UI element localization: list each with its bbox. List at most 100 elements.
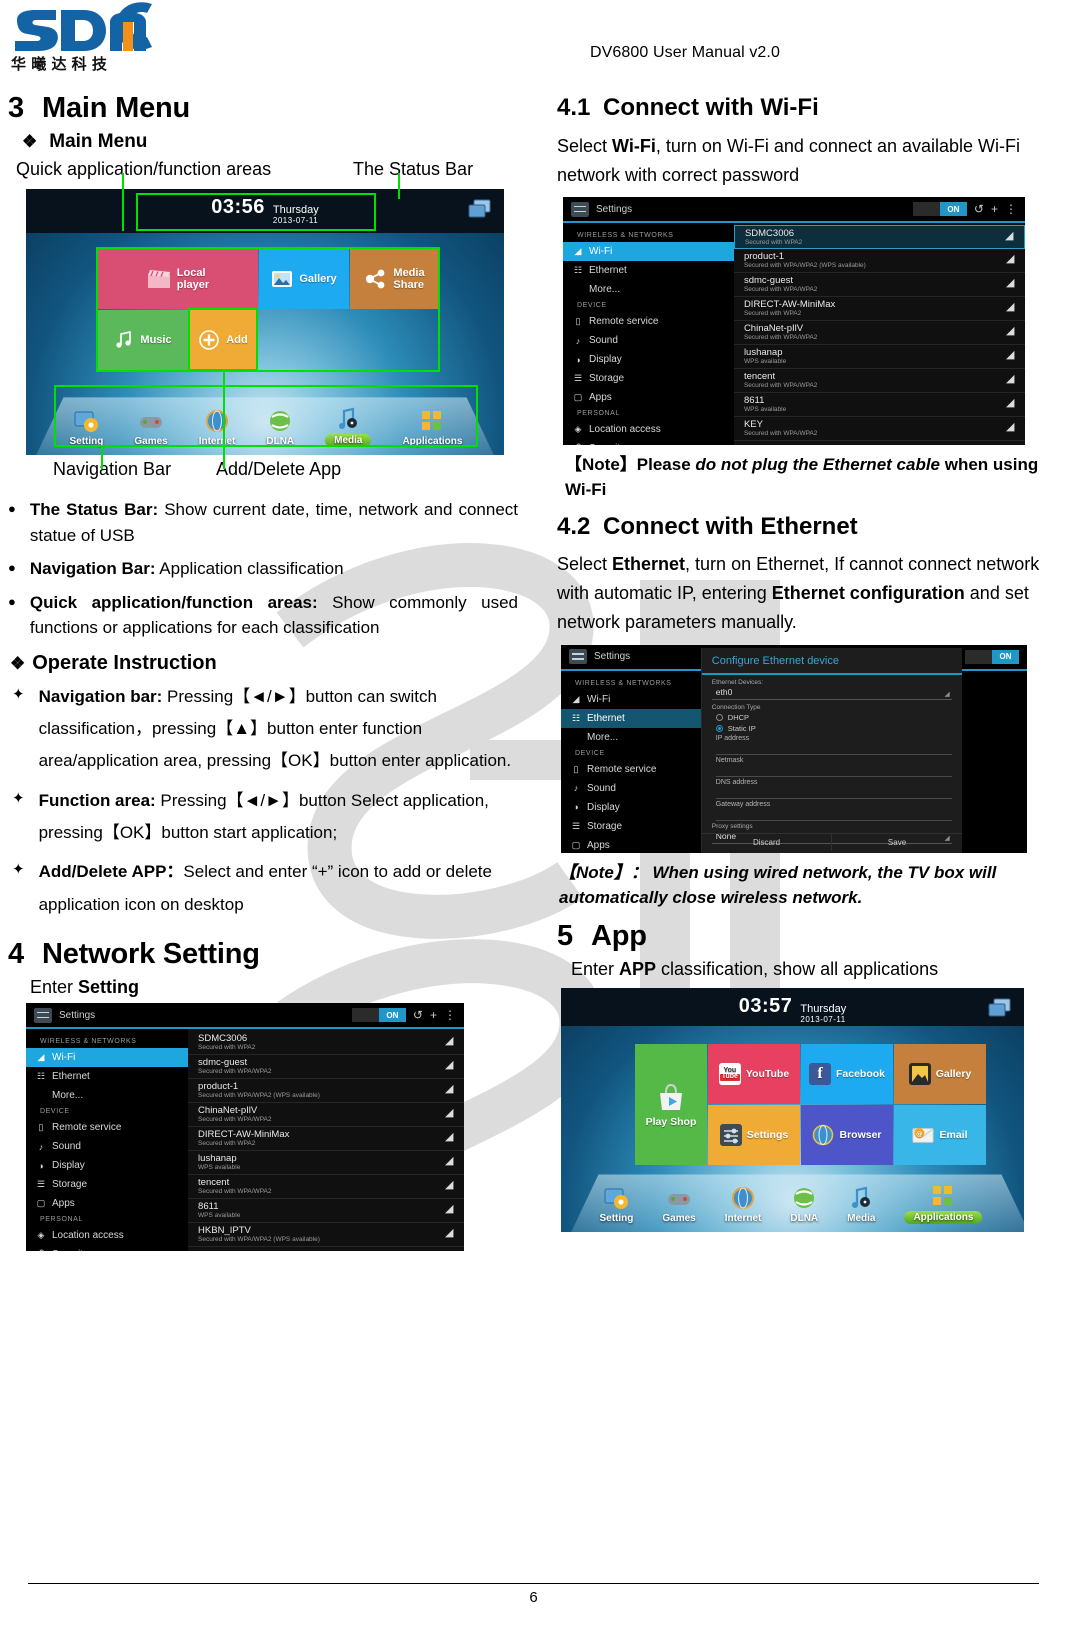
gallery-icon [908,1063,931,1086]
add-network-icon[interactable]: + [430,1008,437,1022]
overflow-menu-icon[interactable]: ⋮ [1005,202,1017,216]
list-item[interactable]: product-1 Secured with WPA/WPA2 (WPS ava… [188,1079,464,1104]
sidebar-item-location-access[interactable]: ◈ Location access [563,420,734,439]
netmask-input[interactable] [715,764,952,777]
app-tile-settings[interactable]: Settings [708,1105,800,1166]
wifi-toggle[interactable]: ON [912,202,967,217]
app-tile-youtube[interactable]: You Tube YouTube [708,1044,800,1105]
diamond-bullet-icon: ❖ [22,132,38,152]
list-item[interactable]: sdmc-guest Secured with WPA/WPA2 ◢ [733,273,1025,298]
wifi-signal-icon: ◢ [1006,277,1015,290]
app-tile-browser[interactable]: Browser [801,1105,893,1166]
nav-item-games[interactable]: Games [662,1185,696,1224]
enter-app-c: classification, show all applications [656,959,939,980]
sidebar-item-apps[interactable]: ▢ Apps [26,1194,188,1213]
sidebar-item-more[interactable]: More... [563,280,734,299]
diamond-bullet-icon: ❖ [10,653,26,673]
nav-item-dlna[interactable]: DLNA [790,1185,818,1224]
list-item[interactable]: ChinaNet-pIlV Secured with WPA/WPA2 ◢ [188,1103,464,1128]
group-label-device: DEVICE [577,302,607,310]
network-security: WPS available [198,1164,241,1172]
radio-static-ip-label: Static IP [727,723,756,733]
enter-app-caption: Enter APP classification, show all appli… [571,959,1057,980]
dns-address-field[interactable]: DNS address [702,777,962,799]
list-item[interactable]: 8611 WPS available ◢ [188,1199,464,1224]
sidebar-item-display[interactable]: ◑ Display [563,350,734,369]
settings-sidebar: WIRELESS & NETWORKS ◢ Wi-Fi ☷ Ethernet M… [26,1029,189,1251]
network-ssid: 8611 [198,1201,219,1213]
radio-dhcp[interactable]: DHCP [702,711,962,722]
sidebar-item-remote-service[interactable]: ▯ Remote service [26,1118,188,1137]
sidebar-item-ethernet[interactable]: ☷ Ethernet [563,261,734,280]
sidebar-item-sound[interactable]: ♪ Sound [563,331,734,350]
app-tile-facebook[interactable]: f Facebook [801,1044,893,1105]
list-item[interactable]: lushanap WPS available ◢ [188,1151,464,1176]
annot-quick-label: Quick application/function areas [16,159,272,180]
list-item[interactable]: HKBN_IPTV Secured with WPA/WPA2 (WPS ava… [188,1223,464,1248]
sidebar-item-location-access[interactable]: ◈ Location access [26,1226,188,1245]
ethernet-devices-value[interactable]: eth0 ◢ [711,686,952,700]
list-item[interactable]: SDMC3006 Secured with WPA2 ◢ [188,1031,464,1056]
list-item[interactable]: product-1 Secured with WPA/WPA2 (WPS ava… [733,249,1025,274]
sidebar-item-wifi[interactable]: ◢ Wi-Fi [26,1048,189,1068]
list-item[interactable]: tencent Secured with WPA/WPA2 ◢ [188,1175,464,1200]
sidebar-item-storage[interactable]: ☰ Storage [563,369,734,388]
sidebar-item-remote-service[interactable]: ▯ Remote service [563,312,734,331]
app-tile-gallery[interactable]: Gallery [894,1044,986,1105]
nav-item-internet[interactable]: Internet [725,1185,761,1224]
sidebar-item-wifi[interactable]: ◢ Wi-Fi [563,242,734,262]
sidebar-item-ethernet-label: Ethernet [587,712,625,724]
dns-address-input[interactable] [715,786,952,799]
nav-item-applications[interactable]: Applications [904,1183,983,1225]
radio-static-ip[interactable]: Static IP [702,722,962,733]
ip-address-field[interactable]: IP address [702,733,962,755]
section-41-heading: 4.1 Connect with Wi-Fi [557,94,1057,123]
netmask-field[interactable]: Netmask [702,755,962,777]
sidebar-item-more[interactable]: More... [26,1086,188,1105]
nav-item-media[interactable]: Media [847,1185,875,1224]
refresh-icon[interactable]: ↺ [413,1008,423,1022]
list-item[interactable]: SDMC3006 Secured with WPA2 ◢ [733,225,1025,250]
refresh-icon[interactable]: ↺ [974,202,984,216]
add-network-icon[interactable]: + [991,202,998,216]
app-tile-email[interactable]: @ Email [894,1105,986,1166]
wifi-signal-icon: ◢ [1006,301,1015,314]
gateway-address-field[interactable]: Gateway address [702,799,962,821]
wifi-icon: ◢ [572,693,580,704]
list-item[interactable]: ChinaNet-pIlV Secured with WPA/WPA2 ◢ [733,321,1025,346]
settings-app-title: Settings [596,203,633,215]
discard-button[interactable]: Discard [702,833,833,851]
ethernet-devices-field[interactable]: Ethernet Devices: eth0 ◢ [702,675,962,700]
wifi-toggle[interactable]: ON [965,649,1019,664]
network-ssid: lushanap [198,1153,237,1165]
brightness-icon: ◑ [573,802,579,813]
sidebar-item-security[interactable]: 🔒 Security [26,1245,188,1251]
sidebar-item-sound[interactable]: ♪ Sound [26,1137,188,1156]
list-item[interactable]: KEY Secured with WPA/WPA2 ◢ [733,417,1025,442]
list-item[interactable]: lushanap WPS available ◢ [733,345,1025,370]
ip-address-input[interactable] [715,742,952,755]
main-menu-bullet-list: ● The Status Bar: Show current date, tim… [8,497,518,646]
overflow-menu-icon[interactable]: ⋮ [444,1008,456,1022]
gateway-address-input[interactable] [715,808,952,821]
app-tile-play-shop[interactable]: Play Shop [635,1044,707,1166]
sidebar-item-apps[interactable]: ▢ Apps [563,388,734,407]
save-button[interactable]: Save [832,834,961,851]
section-42-body-d: Ethernet configuration [771,583,965,604]
nav-item-applications-label: Applications [904,1211,983,1225]
list-item[interactable]: tencent Secured with WPA/WPA2 ◢ [733,369,1025,394]
group-label-device: DEVICE [40,1108,70,1116]
wifi-toggle[interactable]: ON [351,1008,406,1023]
nav-item-dlna-label: DLNA [790,1213,819,1225]
list-item[interactable]: 8611 WPS available ◢ [733,393,1025,418]
list-item[interactable]: DIRECT-AW-MiniMax Secured with WPA2 ◢ [733,297,1025,322]
sidebar-item-security[interactable]: 🔒 Security [563,439,734,445]
sidebar-item-wifi-label: Wi-Fi [52,1052,76,1064]
sidebar-item-storage[interactable]: ☰ Storage [26,1175,188,1194]
sidebar-item-ethernet[interactable]: ☷ Ethernet [26,1067,188,1086]
sidebar-item-more-label: More... [587,731,619,743]
sidebar-item-display[interactable]: ◑ Display [26,1156,188,1175]
nav-item-setting[interactable]: Setting [599,1185,633,1224]
list-item[interactable]: DIRECT-AW-MiniMax Secured with WPA2 ◢ [188,1127,464,1152]
list-item[interactable]: sdmc-guest Secured with WPA/WPA2 ◢ [188,1055,464,1080]
